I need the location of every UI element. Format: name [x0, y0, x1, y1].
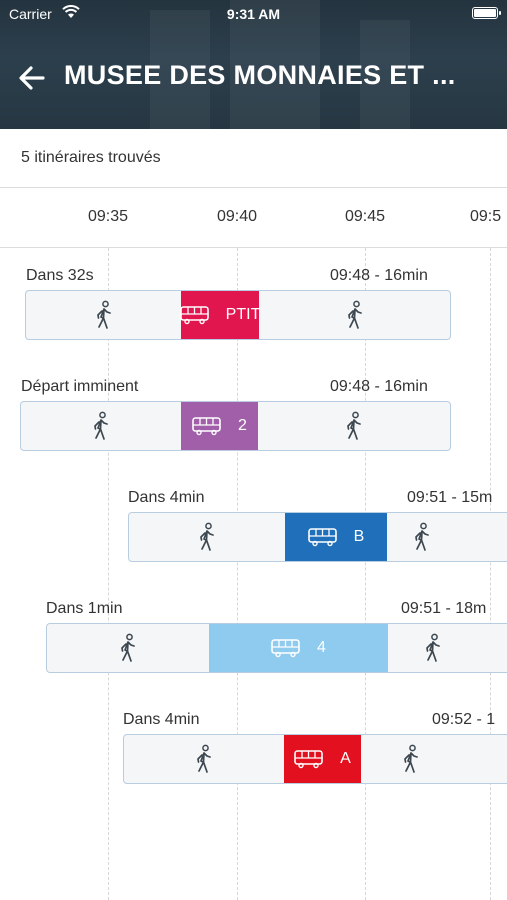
departure-label: Départ imminent [21, 378, 139, 395]
itinerary-bar[interactable]: PTIT [25, 290, 451, 340]
line-label: 2 [238, 417, 247, 434]
time-tick: 09:40 [216, 208, 258, 225]
itinerary-bar[interactable]: 2 [20, 401, 451, 451]
walk-icon [344, 300, 366, 330]
walk-segment [388, 624, 507, 672]
itinerary-row[interactable]: Dans 4min 09:52 - 1 A [0, 711, 507, 787]
walk-icon [343, 411, 365, 441]
bus-icon [307, 527, 346, 547]
itinerary-bar[interactable]: A [123, 734, 507, 784]
walk-icon [411, 522, 433, 552]
line-label: 4 [317, 639, 326, 656]
itinerary-row[interactable]: Départ imminent 09:48 - 16min 2 [0, 378, 507, 454]
walk-icon [196, 522, 218, 552]
page-title: MUSEE DES MONNAIES ET ... [64, 60, 456, 90]
itinerary-row[interactable]: Dans 32s 09:48 - 16min PTIT [0, 267, 507, 343]
arrival-duration-label: 09:48 - 16min [330, 267, 428, 284]
back-arrow-button[interactable] [14, 60, 50, 96]
timeline-gridline [237, 248, 238, 900]
battery-icon [472, 7, 501, 19]
transit-segment: A [284, 735, 361, 783]
transit-segment: 4 [209, 624, 388, 672]
arrival-duration-label: 09:52 - 1 [432, 711, 496, 728]
walk-icon [90, 411, 112, 441]
departure-label: Dans 4min [123, 711, 200, 728]
itinerary-row[interactable]: Dans 1min 09:51 - 18m 4 [0, 600, 507, 676]
line-label: B [353, 528, 365, 545]
walk-segment [361, 735, 507, 783]
arrival-duration-label: 09:51 - 15m [407, 489, 493, 506]
bus-icon [294, 749, 332, 769]
time-tick: 09:5 [470, 208, 502, 225]
arrival-duration-label: 09:51 - 18m [401, 600, 487, 617]
walk-segment [26, 291, 181, 339]
walk-segment [387, 513, 507, 561]
walk-segment [258, 402, 450, 450]
walk-segment [129, 513, 285, 561]
line-label: PTIT [225, 306, 261, 323]
bus-icon [192, 416, 230, 436]
walk-segment [259, 291, 450, 339]
line-label: A [340, 750, 351, 767]
timeline-gridline [365, 248, 366, 900]
timeline-gridline [490, 248, 491, 900]
walk-icon [117, 633, 139, 663]
departure-label: Dans 4min [128, 489, 205, 506]
walk-icon [193, 744, 215, 774]
departure-label: Dans 1min [46, 600, 123, 617]
time-axis: 09:35 09:40 09:45 09:5 [0, 188, 507, 248]
walk-segment [124, 735, 284, 783]
bus-icon [179, 305, 218, 325]
itinerary-bar[interactable]: B [128, 512, 507, 562]
back-arrow-icon [19, 66, 45, 90]
walk-segment [21, 402, 181, 450]
results-summary: 5 itinéraires trouvés [0, 129, 507, 188]
walk-icon [400, 744, 422, 774]
transit-segment: 2 [181, 402, 258, 450]
timeline-gridline [108, 248, 109, 900]
time-tick: 09:35 [87, 208, 129, 225]
itinerary-row[interactable]: Dans 4min 09:51 - 15m B [0, 489, 507, 565]
itinerary-bar[interactable]: 4 [46, 623, 507, 673]
results-count-label: 5 itinéraires trouvés [21, 149, 161, 166]
transit-segment: PTIT [179, 291, 261, 339]
bus-icon [271, 638, 309, 658]
departure-label: Dans 32s [26, 267, 94, 284]
walk-segment [47, 624, 209, 672]
walk-icon [93, 300, 115, 330]
status-time: 9:31 AM [226, 6, 281, 22]
app-header: Carrier 9:31 AM MUSEE DES MONNAIES ET ..… [0, 0, 507, 129]
arrival-duration-label: 09:48 - 16min [330, 378, 428, 395]
transit-segment: B [285, 513, 387, 561]
time-tick: 09:45 [344, 208, 386, 225]
status-bar: Carrier 9:31 AM [0, 0, 507, 28]
walk-icon [422, 633, 444, 663]
